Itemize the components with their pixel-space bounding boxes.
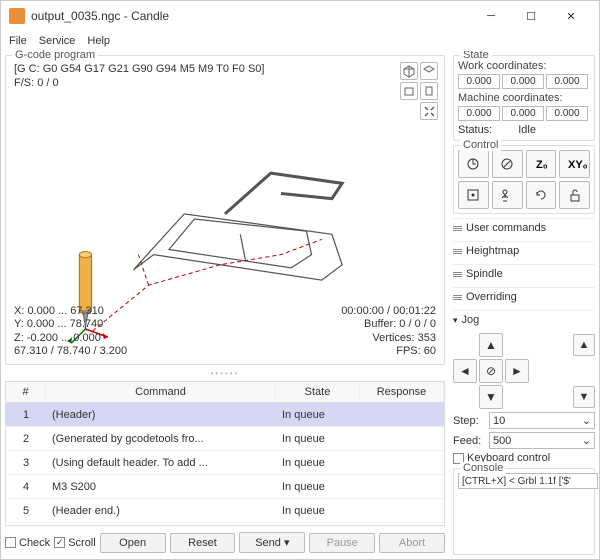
- abort-button[interactable]: Abort: [379, 533, 445, 553]
- col-response[interactable]: Response: [360, 382, 444, 402]
- svg-text:XY₀: XY₀: [568, 159, 588, 171]
- menu-file[interactable]: File: [9, 35, 27, 47]
- table-row[interactable]: 4M3 S200In queue: [6, 475, 444, 499]
- jog-y-plus[interactable]: ▲: [479, 333, 503, 357]
- jog-y-minus[interactable]: ▼: [479, 385, 503, 409]
- col-state[interactable]: State: [276, 382, 360, 402]
- gcode-modes: [G C: G0 G54 G17 G21 G90 G94 M5 M9 T0 F0…: [14, 62, 264, 76]
- gcode-table: # Command State Response 1(Header)In que…: [5, 381, 445, 526]
- console-title: Console: [460, 462, 506, 474]
- control-panel: Control Z₀ XY₀: [453, 145, 595, 214]
- probe-button[interactable]: [492, 150, 523, 178]
- state-panel: State Work coordinates: Machine coordina…: [453, 55, 595, 141]
- console-panel: Console ⌄ ↵: [453, 468, 595, 555]
- work-y[interactable]: [502, 74, 544, 89]
- jog-x-plus[interactable]: ►: [505, 359, 529, 383]
- menu-service[interactable]: Service: [39, 35, 76, 47]
- jog-stop[interactable]: ⊘: [479, 359, 503, 383]
- feed-label: Feed:: [453, 435, 485, 447]
- menu-help[interactable]: Help: [87, 35, 110, 47]
- status-value: Idle: [518, 124, 536, 136]
- zero-z-button[interactable]: Z₀: [526, 150, 557, 178]
- jog-x-minus[interactable]: ◄: [453, 359, 477, 383]
- step-label: Step:: [453, 415, 485, 427]
- app-icon: [9, 8, 25, 24]
- machine-coords-label: Machine coordinates:: [458, 92, 590, 104]
- reset-button[interactable]: Reset: [170, 533, 236, 553]
- pause-button[interactable]: Pause: [309, 533, 375, 553]
- section-overriding[interactable]: Overriding: [453, 287, 595, 306]
- col-command[interactable]: Command: [46, 382, 276, 402]
- maximize-button[interactable]: ☐: [511, 2, 551, 30]
- state-title: State: [460, 51, 492, 61]
- feed-speed: F/S: 0 / 0: [14, 76, 264, 90]
- close-button[interactable]: ✕: [551, 2, 591, 30]
- work-x[interactable]: [458, 74, 500, 89]
- fit-view-icon[interactable]: [420, 102, 438, 120]
- check-checkbox[interactable]: Check: [5, 537, 50, 549]
- extent-z: Z: -0.200 ... 0.000: [14, 332, 127, 345]
- table-row[interactable]: 5(Header end.)In queue: [6, 499, 444, 523]
- status-label: Status:: [458, 124, 492, 136]
- view-front-icon[interactable]: [400, 82, 418, 100]
- safe-position-button[interactable]: [458, 181, 489, 209]
- machine-y[interactable]: [502, 106, 544, 121]
- view-iso-icon[interactable]: [400, 62, 418, 80]
- scroll-checkbox[interactable]: ✓Scroll: [54, 537, 96, 549]
- machine-x[interactable]: [458, 106, 500, 121]
- svg-text:Z₀: Z₀: [536, 159, 548, 171]
- section-heightmap[interactable]: Heightmap: [453, 241, 595, 260]
- vertices: Vertices: 353: [341, 332, 436, 345]
- console-input[interactable]: [458, 473, 598, 489]
- work-z[interactable]: [546, 74, 588, 89]
- jog-z-plus[interactable]: ▲: [573, 334, 595, 356]
- view-top-icon[interactable]: [420, 62, 438, 80]
- col-number[interactable]: #: [6, 382, 46, 402]
- feed-select[interactable]: 500⌄: [489, 432, 595, 449]
- control-title: Control: [460, 139, 501, 151]
- minimize-button[interactable]: ─: [471, 2, 511, 30]
- view-side-icon[interactable]: [420, 82, 438, 100]
- time-estimate: 00:00:00 / 00:01:22: [341, 305, 436, 318]
- work-coords-label: Work coordinates:: [458, 60, 590, 72]
- unlock-button[interactable]: [559, 181, 590, 209]
- send-button[interactable]: Send ▾: [239, 532, 305, 553]
- run-button[interactable]: [492, 181, 523, 209]
- window-title: output_0035.ngc - Candle: [31, 9, 471, 23]
- table-row[interactable]: 1(Header)In queue: [6, 403, 444, 427]
- table-row[interactable]: 3(Using default header. To add ...In que…: [6, 451, 444, 475]
- open-button[interactable]: Open: [100, 533, 166, 553]
- machine-z[interactable]: [546, 106, 588, 121]
- extent-x: X: 0.000 ... 67.310: [14, 305, 127, 318]
- table-row[interactable]: 2(Generated by gcodetools fro...In queue: [6, 427, 444, 451]
- section-spindle[interactable]: Spindle: [453, 264, 595, 283]
- home-button[interactable]: [458, 150, 489, 178]
- buffer-status: Buffer: 0 / 0 / 0: [341, 318, 436, 331]
- zero-xy-button[interactable]: XY₀: [559, 150, 590, 178]
- step-select[interactable]: 10⌄: [489, 412, 595, 429]
- fps: FPS: 60: [341, 345, 436, 358]
- jog-z-minus[interactable]: ▼: [573, 386, 595, 408]
- section-user-commands[interactable]: User commands: [453, 218, 595, 237]
- visualizer-panel: G-code program: [5, 55, 445, 365]
- jog-panel: ▲ ◄⊘► ▼ ▲ ▼ Step:10⌄ Feed:500⌄ Keyboard …: [453, 333, 595, 464]
- reset-cnc-button[interactable]: [526, 181, 557, 209]
- dimensions: 67.310 / 78.740 / 3.200: [14, 345, 127, 358]
- extent-y: Y: 0.000 ... 78.740: [14, 318, 127, 331]
- section-jog[interactable]: ▾Jog: [453, 310, 595, 329]
